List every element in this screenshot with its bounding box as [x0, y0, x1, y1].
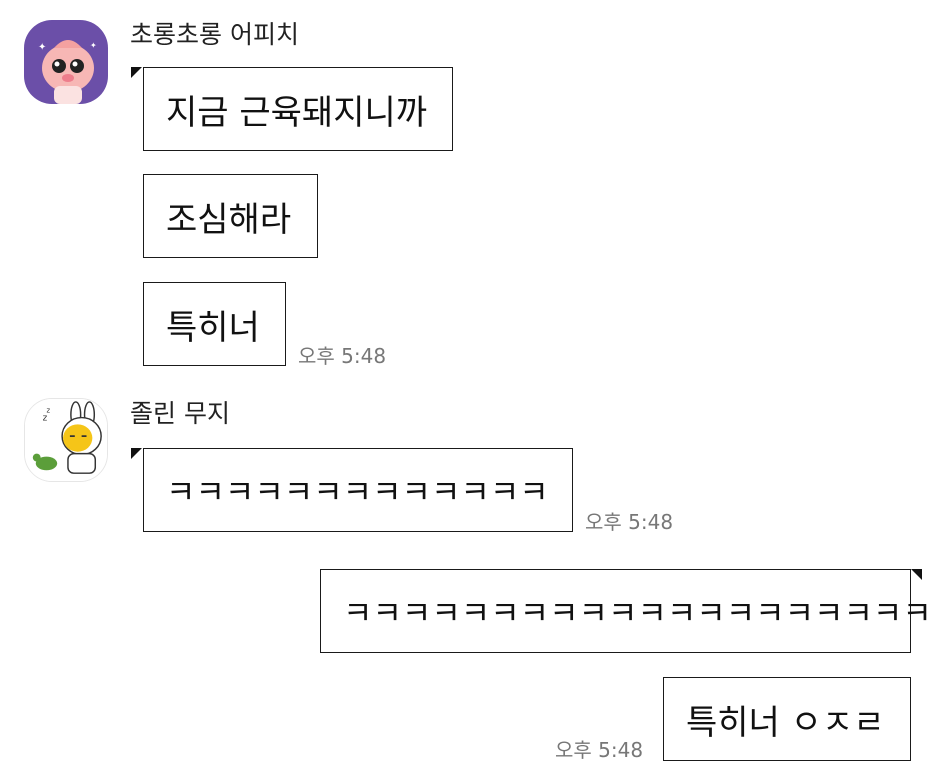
message-text: 특히너 [166, 307, 260, 348]
message-text: 조심해라 [166, 199, 292, 240]
bubble-tail [131, 448, 142, 459]
message-bubble[interactable]: 지금 근육돼지니까 [143, 67, 453, 151]
message-bubble[interactable]: 특히너 [143, 282, 286, 366]
apeach-avatar-icon[interactable]: ✦ ✦ [24, 20, 108, 104]
message-text: 지금 근육돼지니까 [166, 92, 428, 133]
message-bubble[interactable]: 특히너 ㅇㅈㄹ [663, 677, 911, 761]
message-timestamp: 오후 5:48 [298, 344, 387, 368]
svg-text:✦: ✦ [90, 41, 97, 50]
message-bubble[interactable]: ㅋㅋㅋㅋㅋㅋㅋㅋㅋㅋㅋㅋㅋㅋㅋㅋㅋㅋㅋㅋ [320, 569, 932, 653]
sender-name-apeach: 초롱초롱 어피치 [130, 20, 299, 49]
svg-text:✦: ✦ [38, 42, 46, 53]
message-timestamp: 오후 5:48 [555, 738, 644, 762]
message-bubble[interactable]: ㅋㅋㅋㅋㅋㅋㅋㅋㅋㅋㅋㅋㅋ [143, 448, 573, 532]
bubble-tail [911, 569, 922, 580]
message-bubble[interactable]: 조심해라 [143, 174, 318, 258]
bubble-tail [131, 67, 142, 78]
svg-text:z: z [46, 407, 50, 415]
muzi-avatar-icon[interactable]: z z [24, 398, 108, 482]
message-text: ㅋㅋㅋㅋㅋㅋㅋㅋㅋㅋㅋㅋㅋ [166, 473, 549, 511]
message-text: 특히너 ㅇㅈㄹ [686, 702, 885, 743]
svg-text:z: z [43, 413, 48, 423]
message-text: ㅋㅋㅋㅋㅋㅋㅋㅋㅋㅋㅋㅋㅋㅋㅋㅋㅋㅋㅋㅋ [343, 594, 932, 632]
message-timestamp: 오후 5:48 [585, 510, 674, 534]
sender-name-muzi: 졸린 무지 [130, 399, 230, 428]
